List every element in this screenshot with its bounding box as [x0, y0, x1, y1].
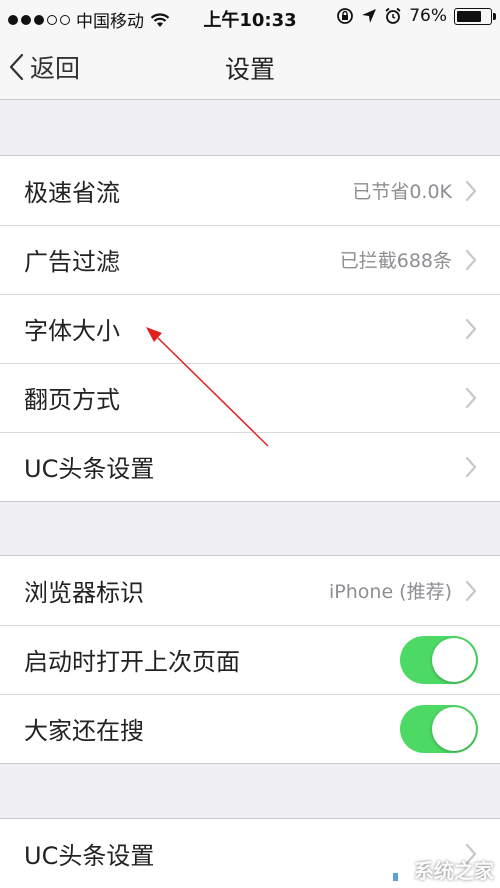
setting-row-page-turn[interactable]: 翻页方式: [0, 363, 500, 432]
chevron-right-icon: [465, 249, 477, 270]
chevron-right-icon: [465, 387, 477, 408]
restore-last-page-toggle[interactable]: [400, 635, 478, 684]
alarm-clock-icon: [385, 7, 401, 24]
setting-row-font-size[interactable]: 字体大小: [0, 294, 500, 363]
trending-searches-toggle[interactable]: [400, 704, 478, 753]
setting-label: 极速省流: [24, 179, 120, 207]
setting-value: iPhone (推荐): [329, 581, 452, 603]
battery-icon: [454, 7, 496, 25]
status-bar: 中国移动 上午10:33 76%: [0, 0, 500, 34]
setting-label: 大家还在搜: [24, 717, 144, 745]
page-title: 设置: [224, 55, 275, 84]
setting-label: UC头条设置: [24, 455, 155, 483]
setting-value: 已节省0.0K: [352, 181, 452, 203]
chevron-right-icon: [465, 318, 477, 339]
chevron-right-icon: [465, 180, 477, 201]
setting-label: 浏览器标识: [24, 579, 144, 607]
navigation-bar: 返回 设置: [0, 34, 500, 100]
setting-row-trending-searches: 大家还在搜: [0, 694, 500, 763]
rotation-lock-icon: [337, 8, 354, 24]
location-arrow-icon: [362, 9, 377, 23]
chevron-right-icon: [465, 456, 477, 477]
setting-label: 广告过滤: [24, 248, 120, 276]
setting-row-restore-last-page: 启动时打开上次页面: [0, 625, 500, 694]
battery-percent: 76%: [409, 6, 447, 26]
setting-row-ad-filter[interactable]: 广告过滤 已拦截688条: [0, 225, 500, 294]
chevron-right-icon: [465, 580, 477, 601]
setting-label: 字体大小: [24, 317, 120, 345]
setting-row-data-saver[interactable]: 极速省流 已节省0.0K: [0, 156, 500, 225]
setting-row-user-agent[interactable]: 浏览器标识 iPhone (推荐): [0, 556, 500, 625]
setting-row-uc-headlines[interactable]: UC头条设置: [0, 432, 500, 501]
setting-label: 翻页方式: [24, 386, 120, 414]
house-logo-icon: [382, 858, 408, 881]
setting-label: 启动时打开上次页面: [24, 648, 240, 676]
settings-group-browser: 浏览器标识 iPhone (推荐) 启动时打开上次页面 大家还在搜: [0, 555, 500, 764]
status-right: 76%: [336, 6, 496, 26]
settings-group-reading: 极速省流 已节省0.0K 广告过滤 已拦截688条 字体大小 翻页方式 UC头条…: [0, 155, 500, 502]
watermark-text: 系统之家: [414, 859, 494, 883]
setting-value: 已拦截688条: [339, 250, 452, 272]
watermark-logo: 系统之家: [380, 855, 494, 884]
